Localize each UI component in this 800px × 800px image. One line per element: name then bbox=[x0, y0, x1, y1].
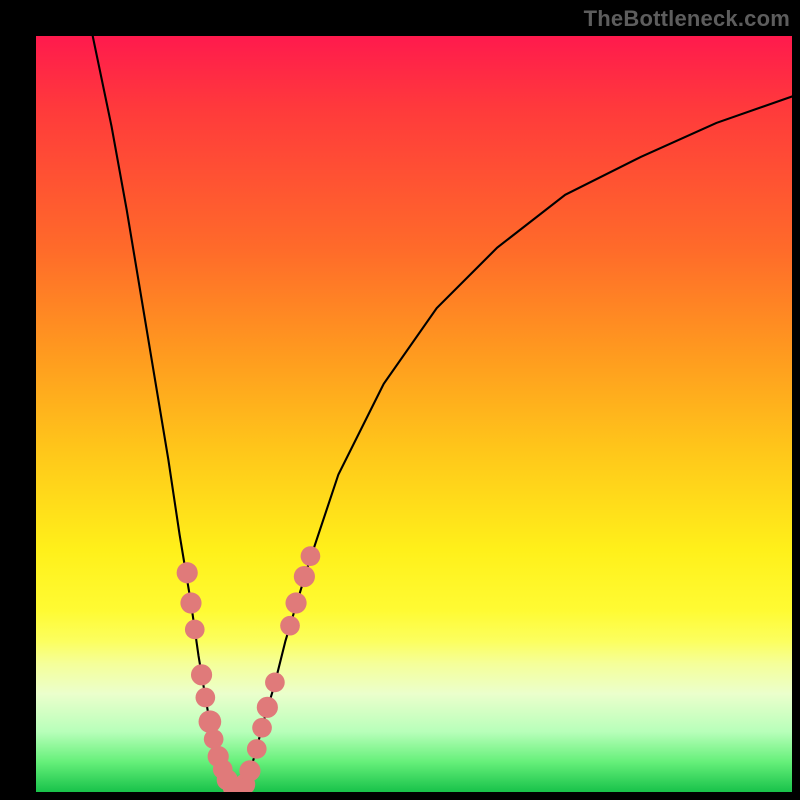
bead-right-4 bbox=[257, 697, 278, 718]
attribution-text: TheBottleneck.com bbox=[584, 6, 790, 32]
bead-left-6 bbox=[204, 729, 224, 749]
bead-right-7 bbox=[285, 592, 306, 613]
bead-left-3 bbox=[191, 664, 212, 685]
bead-right-1 bbox=[239, 760, 260, 781]
bead-right-5 bbox=[265, 673, 285, 693]
bead-right-8 bbox=[294, 566, 315, 587]
bead-left-0 bbox=[177, 562, 198, 583]
beads-left-group bbox=[177, 562, 251, 792]
bead-left-5 bbox=[199, 710, 222, 733]
bead-left-4 bbox=[196, 688, 216, 708]
right-curve bbox=[240, 96, 792, 792]
bead-right-9 bbox=[301, 546, 321, 566]
left-curve bbox=[93, 36, 240, 792]
bead-right-3 bbox=[252, 718, 272, 738]
bead-right-2 bbox=[247, 739, 267, 759]
chart-frame: TheBottleneck.com bbox=[0, 0, 800, 800]
beads-right-group bbox=[234, 546, 320, 792]
plot-area bbox=[36, 36, 792, 792]
curves-layer bbox=[36, 36, 792, 792]
bead-left-2 bbox=[185, 620, 205, 640]
bead-right-6 bbox=[280, 616, 300, 636]
bead-left-1 bbox=[180, 592, 201, 613]
